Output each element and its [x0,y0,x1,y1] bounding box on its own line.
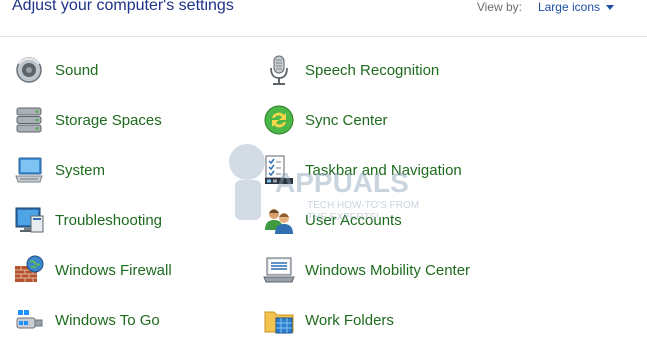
header-bar: Adjust your computer's settings View by:… [0,0,647,37]
item-user-accounts[interactable]: User Accounts [262,200,402,240]
item-label: System [55,161,106,179]
item-troubleshooting[interactable]: Troubleshooting [12,200,162,240]
view-by-dropdown[interactable]: Large icons [538,0,600,14]
view-by-control: View by: Large icons [477,0,614,14]
item-system[interactable]: System [12,150,105,190]
brick-wall-globe-icon [12,253,46,287]
folder-icon [262,303,296,337]
item-label: Storage Spaces [55,111,162,129]
item-label: Windows Firewall [55,261,172,279]
item-taskbar-navigation[interactable]: Taskbar and Navigation [262,150,462,190]
item-label: Speech Recognition [305,61,440,79]
computer-icon [12,153,46,187]
storage-drives-icon [12,103,46,137]
item-sound[interactable]: Sound [12,50,98,90]
item-storage-spaces[interactable]: Storage Spaces [12,100,162,140]
item-label: Troubleshooting [55,211,163,229]
item-label: Sound [55,61,99,79]
usb-drive-icon [12,303,46,337]
troubleshoot-monitor-icon [12,203,46,237]
view-by-label: View by: [476,0,522,14]
item-label: Windows Mobility Center [305,261,471,279]
item-label: User Accounts [305,211,402,229]
item-label: Windows To Go [55,311,160,329]
item-windows-to-go[interactable]: Windows To Go [12,300,160,340]
sync-arrows-icon [262,103,296,137]
speaker-icon [12,53,46,87]
users-icon [262,203,296,237]
page-title: Adjust your computer's settings [12,0,234,14]
microphone-icon [262,53,296,87]
item-label: Sync Center [305,111,388,129]
item-windows-mobility-center[interactable]: Windows Mobility Center [262,250,470,290]
chevron-down-icon[interactable] [606,5,614,10]
mobility-laptop-icon [262,253,296,287]
item-speech-recognition[interactable]: Speech Recognition [262,50,439,90]
item-windows-firewall[interactable]: Windows Firewall [12,250,172,290]
item-sync-center[interactable]: Sync Center [262,100,388,140]
item-label: Taskbar and Navigation [305,161,462,179]
item-work-folders[interactable]: Work Folders [262,300,394,340]
taskbar-checklist-icon [262,153,296,187]
item-label: Work Folders [305,311,394,329]
